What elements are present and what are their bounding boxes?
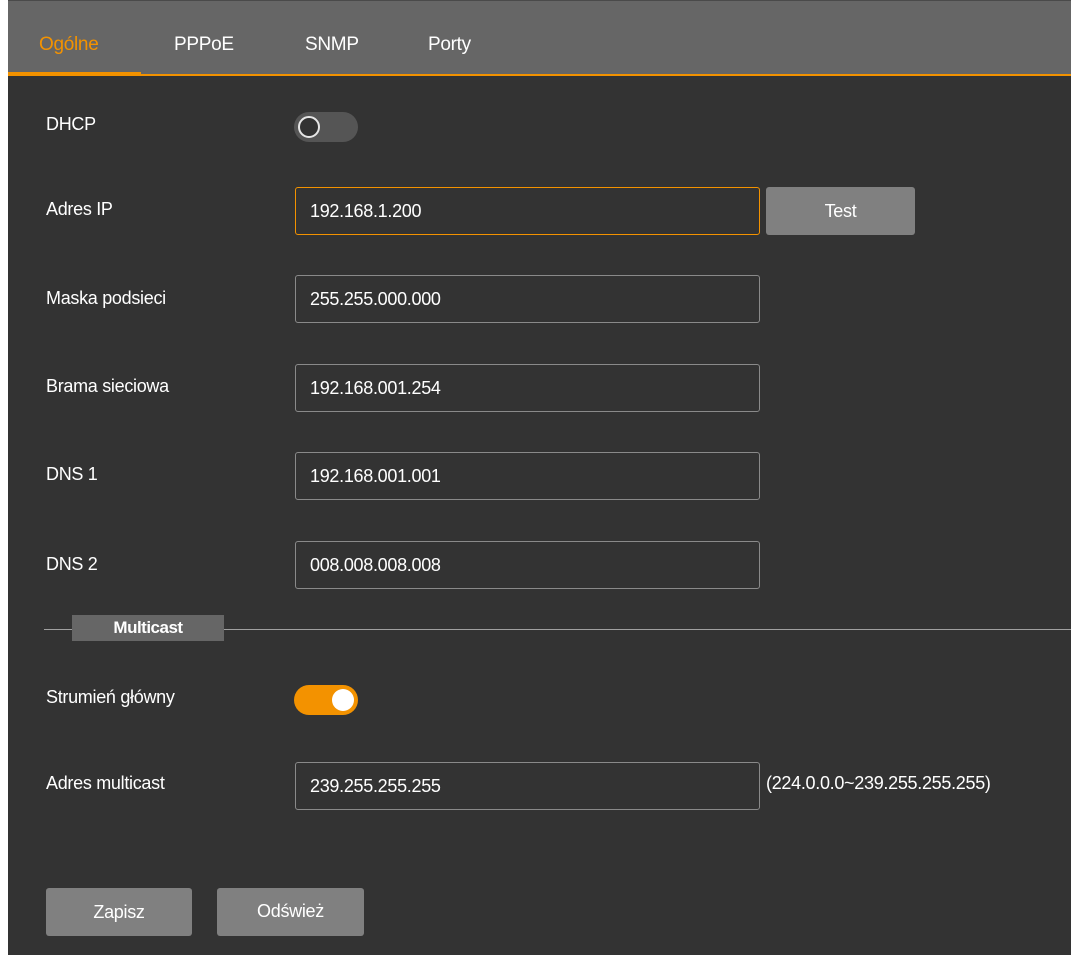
gateway-input[interactable] [295, 364, 760, 412]
main-stream-label: Strumień główny [46, 687, 175, 707]
dhcp-toggle[interactable] [294, 112, 358, 142]
toggle-knob [332, 689, 354, 711]
save-button[interactable]: Zapisz [46, 888, 192, 936]
section-divider-right [224, 629, 1071, 630]
section-divider-left [44, 629, 72, 630]
subnet-mask-input[interactable] [295, 275, 760, 323]
dns1-input[interactable] [295, 452, 760, 500]
tab-snmp[interactable]: SNMP [305, 1, 359, 74]
multicast-address-label: Adres multicast [46, 773, 165, 793]
multicast-address-input[interactable] [295, 762, 760, 810]
subnet-mask-label: Maska podsieci [46, 288, 166, 308]
tab-ports[interactable]: Porty [428, 1, 471, 74]
network-settings-panel: Ogólne PPPoE SNMP Porty DHCP Adres IP Te… [8, 0, 1071, 955]
ip-address-input[interactable] [295, 187, 760, 235]
gateway-label: Brama sieciowa [46, 376, 169, 396]
tab-bar: Ogólne PPPoE SNMP Porty [8, 1, 1071, 76]
dhcp-label: DHCP [46, 114, 96, 134]
toggle-knob [298, 116, 320, 138]
active-tab-indicator [8, 72, 141, 76]
tab-general[interactable]: Ogólne [39, 1, 99, 74]
main-stream-toggle[interactable] [294, 685, 358, 715]
dns2-label: DNS 2 [46, 554, 98, 574]
dns1-label: DNS 1 [46, 464, 98, 484]
tab-pppoe[interactable]: PPPoE [174, 1, 234, 74]
dns2-input[interactable] [295, 541, 760, 589]
ip-address-label: Adres IP [46, 199, 113, 219]
refresh-button[interactable]: Odśwież [217, 888, 364, 936]
multicast-section-title: Multicast [72, 615, 224, 641]
test-button[interactable]: Test [766, 187, 915, 235]
multicast-range-hint: (224.0.0.0~239.255.255.255) [766, 773, 991, 793]
